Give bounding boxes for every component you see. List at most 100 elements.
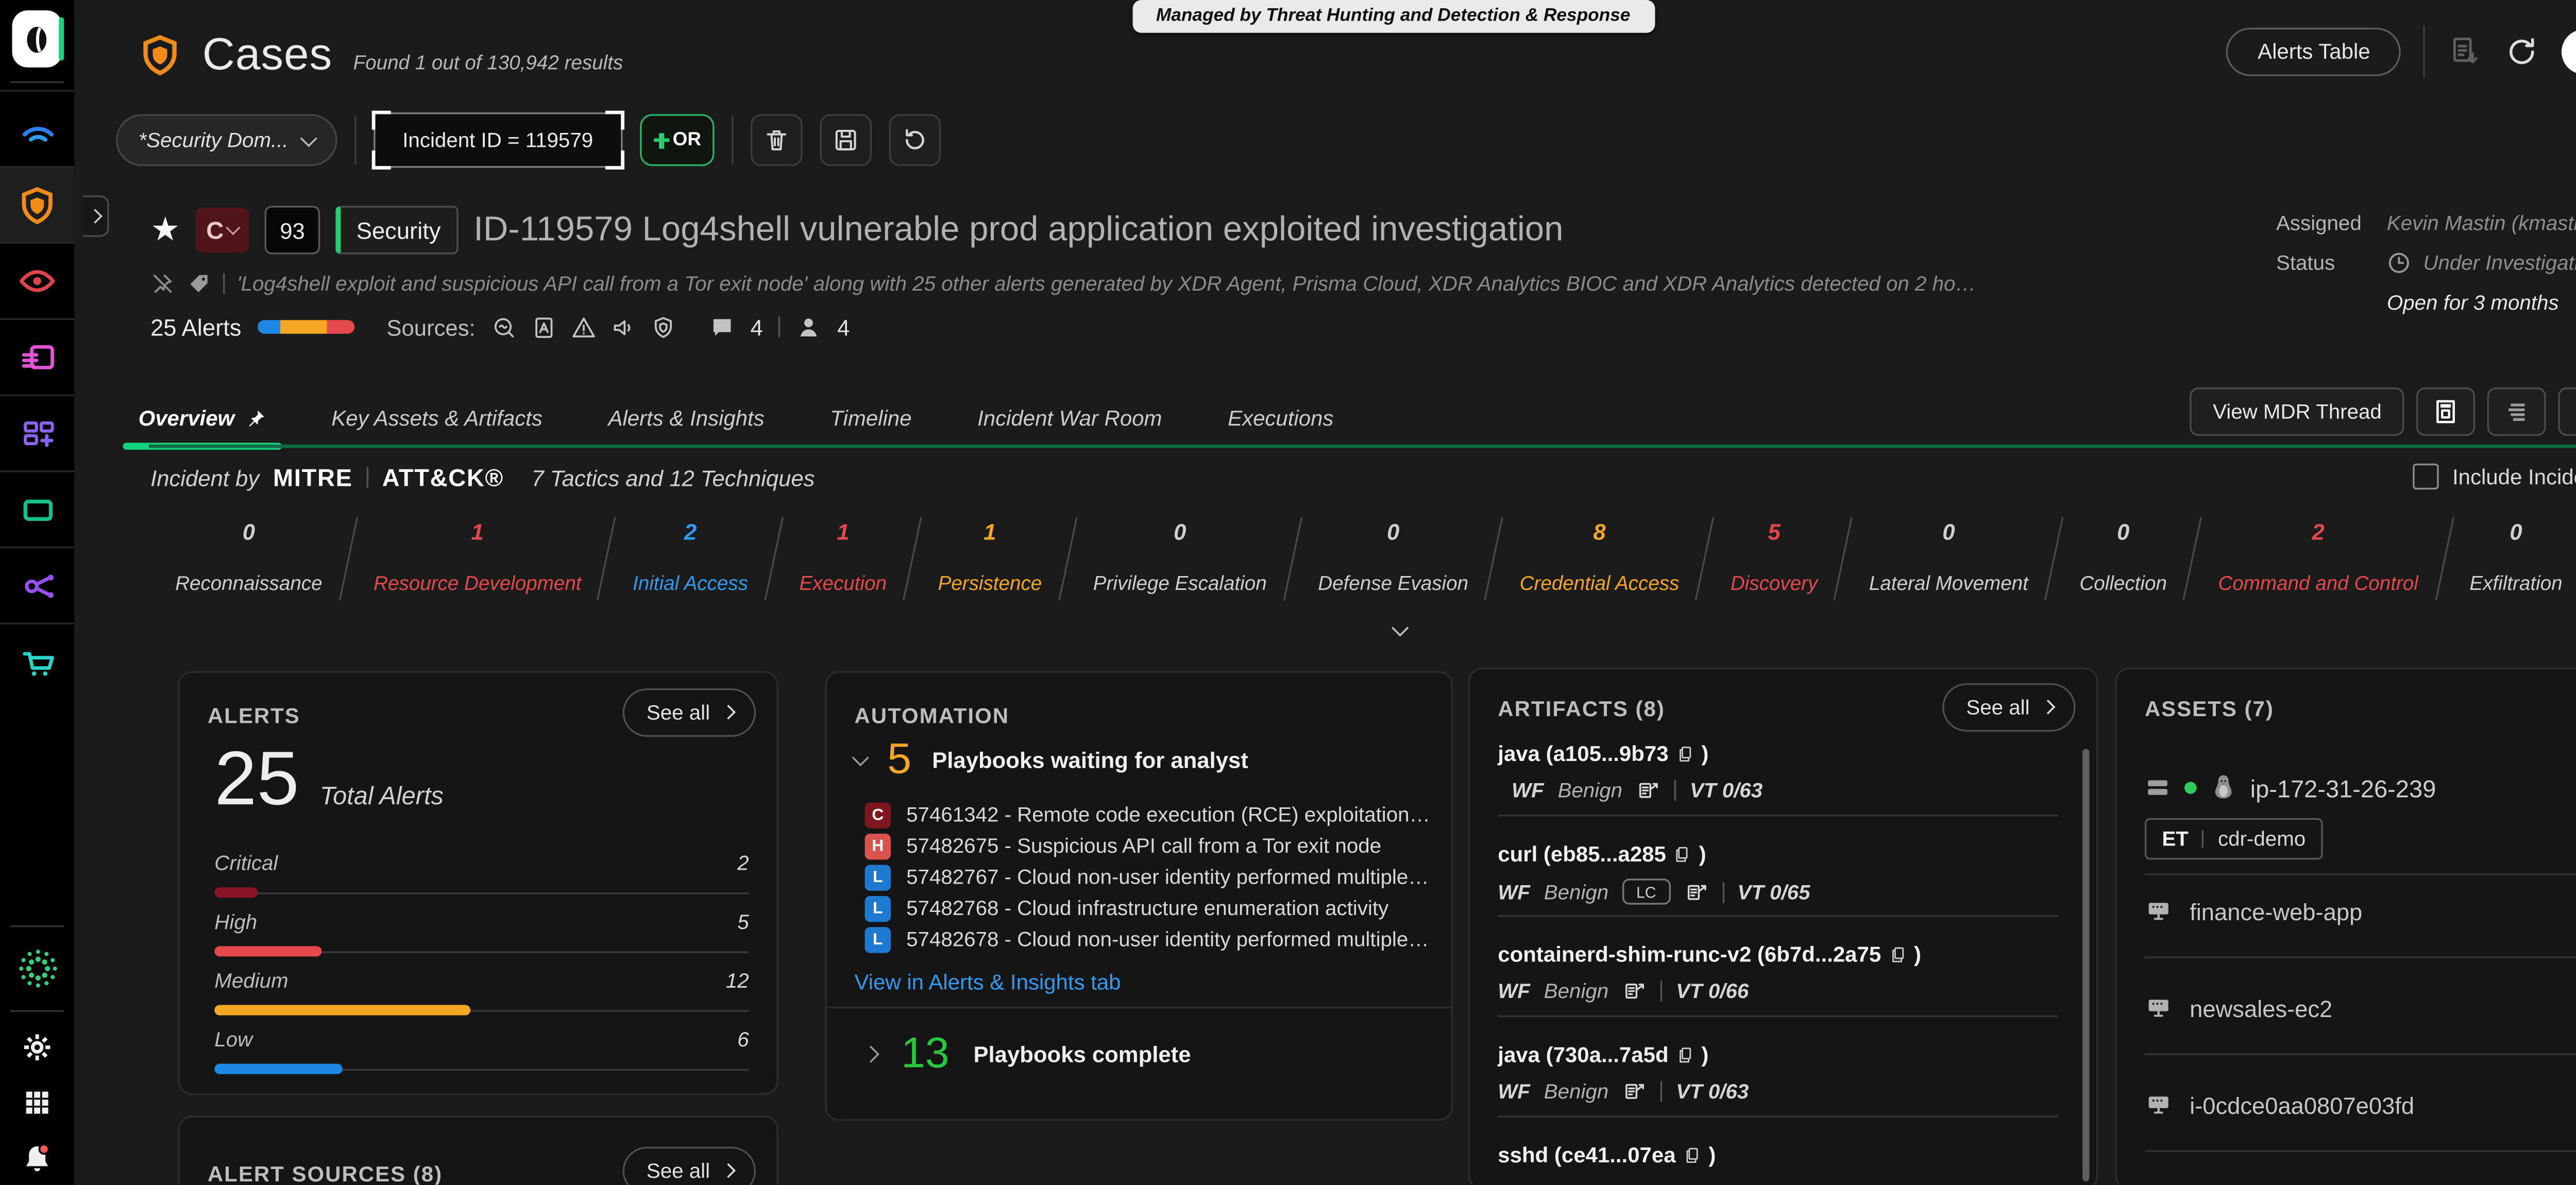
sidebar-item-reports[interactable] [0,318,74,395]
tag-icon[interactable] [187,272,211,296]
list-item[interactable]: L57482678 - Cloud non-user identity perf… [865,924,1434,955]
delete-filter-button[interactable] [751,114,803,166]
tab-war-room[interactable]: Incident War Room [944,393,1195,445]
sidebar-item-marketplace[interactable] [0,623,74,699]
tab-overview[interactable]: Overview [106,393,299,445]
refresh-icon[interactable] [2505,35,2540,69]
sidebar-item-signal[interactable] [0,90,74,166]
add-or-filter-button[interactable]: OR [640,114,715,166]
severity-row-critical: Critical2 [214,851,749,898]
list-item[interactable]: L57482767 - Cloud non-user identity perf… [865,861,1434,892]
incident-id-filter-chip[interactable]: Incident ID = 119579 [373,112,622,167]
notifications-button[interactable] [0,1129,74,1184]
artifact-item[interactable]: sshd (ce41...07ea) [1498,1143,2058,1167]
report-share-icon[interactable] [1684,879,1708,904]
analytics-source-icon[interactable] [491,314,517,340]
artifact-item[interactable]: containerd-shim-runc-v2 (6b7d...2a75) WF… [1498,943,2058,1003]
asset-item-primary[interactable]: ip-172-31-26-239 [2145,773,2436,803]
alert-sources-see-all-button[interactable]: See all [622,1147,756,1185]
copy-doc-icon[interactable] [1675,744,1694,765]
save-filter-button[interactable] [821,114,873,166]
severity-badge[interactable]: C [196,208,249,252]
tactic-reconnaissance[interactable]: 0Reconnaissance [150,517,347,600]
user-avatar[interactable]: 1 [2562,29,2576,74]
tactic-execution[interactable]: 1Execution [774,517,911,600]
alerts-see-all-button[interactable]: See all [622,688,756,737]
tab-timeline[interactable]: Timeline [797,393,944,445]
tactic-exfiltration[interactable]: 0Exfiltration [2445,517,2576,600]
asset-item[interactable]: finance-web-app [2145,898,2362,925]
report-share-icon[interactable] [1622,1079,1647,1104]
status-value[interactable]: Under Investigation [2387,251,2576,275]
report-share-icon[interactable] [1622,979,1647,1003]
assigned-value[interactable]: Kevin Mastin (kmastin@palo... [2387,211,2576,235]
trash-icon [764,126,791,154]
artifacts-see-all-button[interactable]: See all [1942,683,2075,732]
reset-filter-button[interactable] [890,114,942,166]
tactic-command-and-control[interactable]: 2Command and Control [2193,517,2443,600]
artifacts-scrollbar[interactable] [2082,749,2089,1181]
include-insights-checkbox[interactable] [2413,464,2438,489]
tactic-defense-evasion[interactable]: 0Defense Evasion [1293,517,1493,600]
tab-executions[interactable]: Executions [1195,393,1366,445]
tactic-credential-access[interactable]: 8Credential Access [1495,517,1704,600]
sidebar-item-terminal[interactable] [0,470,74,547]
sidebar-item-threat-intel[interactable] [0,242,74,318]
playbooks-complete-row[interactable]: 13 Playbooks complete [865,1032,1191,1076]
sources-label: Sources: [386,314,475,340]
artifact-item[interactable]: java (730a...7a5d) WFBenignVT 0/63 [1498,1043,2058,1104]
people-icon[interactable] [796,314,822,340]
copy-doc-icon[interactable] [1673,844,1692,865]
shield-source-icon[interactable] [650,314,676,340]
copy-doc-icon[interactable] [1888,944,1907,965]
tab-alerts-insights[interactable]: Alerts & Insights [575,393,798,445]
tab-key-assets[interactable]: Key Assets & Artifacts [298,393,575,445]
sidebar-item-ai[interactable] [0,934,74,1003]
sidebar-item-assets[interactable] [0,394,74,470]
alerts-severity-minibar [257,320,354,334]
settings-button[interactable] [0,1019,74,1074]
sidebar-item-cases[interactable] [0,166,74,242]
app-grid-button[interactable] [0,1074,74,1129]
layout-panel-button[interactable] [2416,387,2475,436]
tactic-privilege-escalation[interactable]: 0Privilege Escalation [1069,517,1292,600]
list-item[interactable]: L57482768 - Cloud infrastructure enumera… [865,892,1434,923]
star-icon[interactable]: ★ [150,214,180,247]
tactic-persistence[interactable]: 1Persistence [913,517,1066,600]
export-report-icon[interactable] [2448,35,2483,69]
artifact-item[interactable]: curl (eb85...a285) WFBenignLCVT 0/65 [1498,842,2058,905]
playbooks-waiting-row[interactable]: 5 Playbooks waiting for analyst [854,738,1248,782]
view-mdr-thread-button[interactable]: View MDR Thread [2191,387,2404,436]
collapse-section-chevron[interactable] [1391,619,1408,636]
tab-bar: Overview Key Assets & Artifacts Alerts &… [106,393,1366,445]
domain-filter-pill[interactable]: *Security Dom... [116,114,337,166]
agent-source-icon[interactable] [611,314,636,340]
list-item[interactable]: C57461342 - Remote code execution (RCE) … [865,799,1434,830]
comments-icon[interactable] [709,314,735,340]
view-alerts-insights-link[interactable]: View in Alerts & Insights tab [854,970,1121,994]
asset-item[interactable]: newsales-ec2 [2145,994,2332,1022]
tactic-collection[interactable]: 0Collection [2055,517,2192,600]
tab-underline [149,445,2576,448]
cortex-logo[interactable] [12,10,62,67]
warning-source-icon[interactable] [570,314,596,340]
report-share-icon[interactable] [1636,778,1660,803]
tactic-resource-development[interactable]: 1Resource Development [349,517,606,600]
tactic-lateral-movement[interactable]: 0Lateral Movement [1844,517,2053,600]
open-duration: Open for 3 months [2387,291,2576,315]
pin-slash-icon[interactable] [150,272,175,296]
list-item[interactable]: H57482675 - Suspicious API call from a T… [865,830,1434,861]
text-lines-button[interactable] [2487,387,2546,436]
comment-panel-button[interactable] [2558,387,2576,436]
alerts-table-button[interactable]: Alerts Table [2227,28,2401,76]
asset-tag-chip[interactable]: ETcdr-demo [2145,818,2323,860]
copy-doc-icon[interactable] [1683,1145,1702,1165]
tactic-initial-access[interactable]: 2Initial Access [608,517,773,600]
expand-panel-handle[interactable] [83,195,109,237]
tactic-discovery[interactable]: 5Discovery [1706,517,1843,600]
bioc-source-icon[interactable] [531,314,556,340]
copy-doc-icon[interactable] [1675,1045,1694,1065]
sidebar-item-automation[interactable] [0,547,74,623]
asset-item[interactable]: i-0cdce0aa0807e03fd [2145,1091,2414,1119]
artifact-item[interactable]: java (a105...9b73) ​WFBenignVT 0/63 [1498,742,2058,802]
